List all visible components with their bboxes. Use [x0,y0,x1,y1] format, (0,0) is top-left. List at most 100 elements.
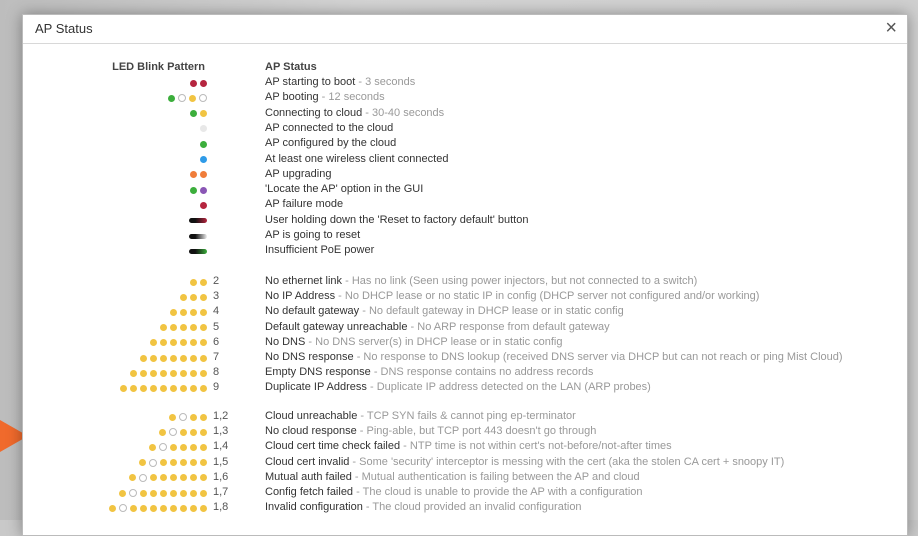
status-text: At least one wireless client connected [265,153,448,165]
status-row: 2 No ethernet link - Has no link (Seen us… [23,275,907,290]
led-dot-icon [150,489,157,497]
led-dot-icon [190,384,197,392]
status-description: - NTP time is not within cert's not-befo… [400,440,672,453]
led-dot-icon [130,504,137,512]
status-title: User holding down the 'Reset to factory … [265,213,529,226]
led-dot-icon [190,369,197,377]
led-dot-icon [170,369,177,377]
status-title: Invalid configuration [265,501,363,514]
led-dot-icon [160,339,167,347]
blink-count: 4 [213,305,220,318]
status-description: - 30-40 seconds [362,106,445,119]
status-title: AP starting to boot [265,76,356,88]
blink-count: 1,5 [213,455,229,468]
status-row: User holding down the 'Reset to factory … [23,214,907,229]
led-dot-icon [149,443,156,451]
status-text: Cloud cert time check failed - NTP time … [265,440,672,452]
blink-count: 3 [213,290,220,303]
status-title: Default gateway unreachable [265,320,408,333]
status-text: AP booting - 12 seconds [265,91,385,103]
blink-count: 6 [213,335,220,348]
led-dot-icon [129,489,137,497]
status-description: - 3 seconds [355,76,416,88]
led-dot-icon [180,324,187,332]
led-dot-icon [180,459,187,467]
blink-count: 1,4 [213,440,229,453]
status-row: AP booting - 12 seconds [23,91,907,106]
led-dot-icon [150,474,157,482]
led-dot-icon [200,413,207,421]
status-description: - The cloud provided an invalid configur… [362,501,582,514]
led-dot-icon [160,489,167,497]
led-dot-icon [170,339,177,347]
status-row: 1,3 No cloud response - Ping-able, but TC… [23,425,907,440]
led-pattern [160,323,207,333]
led-dot-icon [130,369,137,377]
status-row: AP upgrading [23,168,907,183]
status-text: Empty DNS response - DNS response contai… [265,366,593,378]
led-bar-icon [189,233,207,239]
led-dot-icon [160,474,167,482]
led-dot-icon [180,339,187,347]
led-dot-icon [200,186,207,194]
status-title: Duplicate IP Address [265,381,367,394]
led-dot-icon [200,354,207,362]
status-row: At least one wireless client connected [23,153,907,168]
status-text: AP configured by the cloud [265,137,396,149]
led-dot-icon [200,201,207,209]
status-row: Connecting to cloud - 30-40 seconds [23,107,907,122]
status-title: No cloud response [265,425,357,438]
led-pattern [139,458,207,468]
led-dot-icon [200,384,207,392]
led-dot-icon [190,278,197,286]
led-dot-icon [169,428,177,437]
blink-count: 1,3 [213,425,229,438]
led-dot-icon [200,156,207,163]
status-row: 1,5 Cloud cert invalid - Some 'security' … [23,456,907,471]
led-pattern [168,93,207,103]
led-dot-icon [180,428,187,436]
led-dot-icon [140,369,147,377]
led-dot-icon [190,354,197,362]
led-dot-icon [200,140,207,148]
led-pattern [190,277,207,287]
dialog-titlebar: AP Status × [23,15,907,44]
led-dot-icon [190,504,197,512]
led-pattern-header: LED Blink Pattern [112,61,205,73]
status-text: Insufficient PoE power [265,244,374,256]
led-dot-icon [190,171,197,179]
led-dot-icon [150,384,157,392]
status-row: 1,8 Invalid configuration - The cloud pro… [23,501,907,516]
status-description: - Ping-able, but TCP port 443 doesn't go… [356,425,597,438]
status-text: Duplicate IP Address - Duplicate IP addr… [265,381,651,393]
status-title: AP failure mode [265,198,344,211]
close-icon[interactable]: × [885,17,897,39]
status-row: 7 No DNS response - No response to DNS lo… [23,351,907,366]
blink-count: 9 [213,381,220,394]
led-dot-icon [180,369,187,377]
led-dot-icon [200,110,207,118]
status-row: 6 No DNS - No DNS server(s) in DHCP lease… [23,336,907,351]
status-description: - No ARP response from default gateway [407,320,610,333]
led-pattern [189,231,207,241]
status-text: No IP Address - No DHCP lease or no stat… [265,290,759,302]
status-row: AP configured by the cloud [23,137,907,152]
status-text: Cloud cert invalid - Some 'security' int… [265,456,784,468]
status-text: AP is going to reset [265,229,360,241]
status-row: 8 Empty DNS response - DNS response conta… [23,366,907,381]
status-text: No ethernet link - Has no link (Seen usi… [265,275,697,287]
dialog-title: AP Status [35,21,93,36]
led-dot-icon [140,504,147,512]
led-pattern [109,503,207,513]
status-row: 'Locate the AP' option in the GUI [23,183,907,198]
led-pattern [180,292,207,302]
led-dot-icon [190,489,197,497]
blink-count: 1,6 [213,470,229,483]
led-dot-icon [170,504,177,512]
led-pattern [140,353,207,363]
led-dot-icon [109,504,116,512]
status-row: 9 Duplicate IP Address - Duplicate IP add… [23,381,907,396]
led-dot-icon [200,489,207,497]
led-pattern [169,412,207,422]
status-description: - Some 'security' interceptor is messing… [349,455,785,468]
